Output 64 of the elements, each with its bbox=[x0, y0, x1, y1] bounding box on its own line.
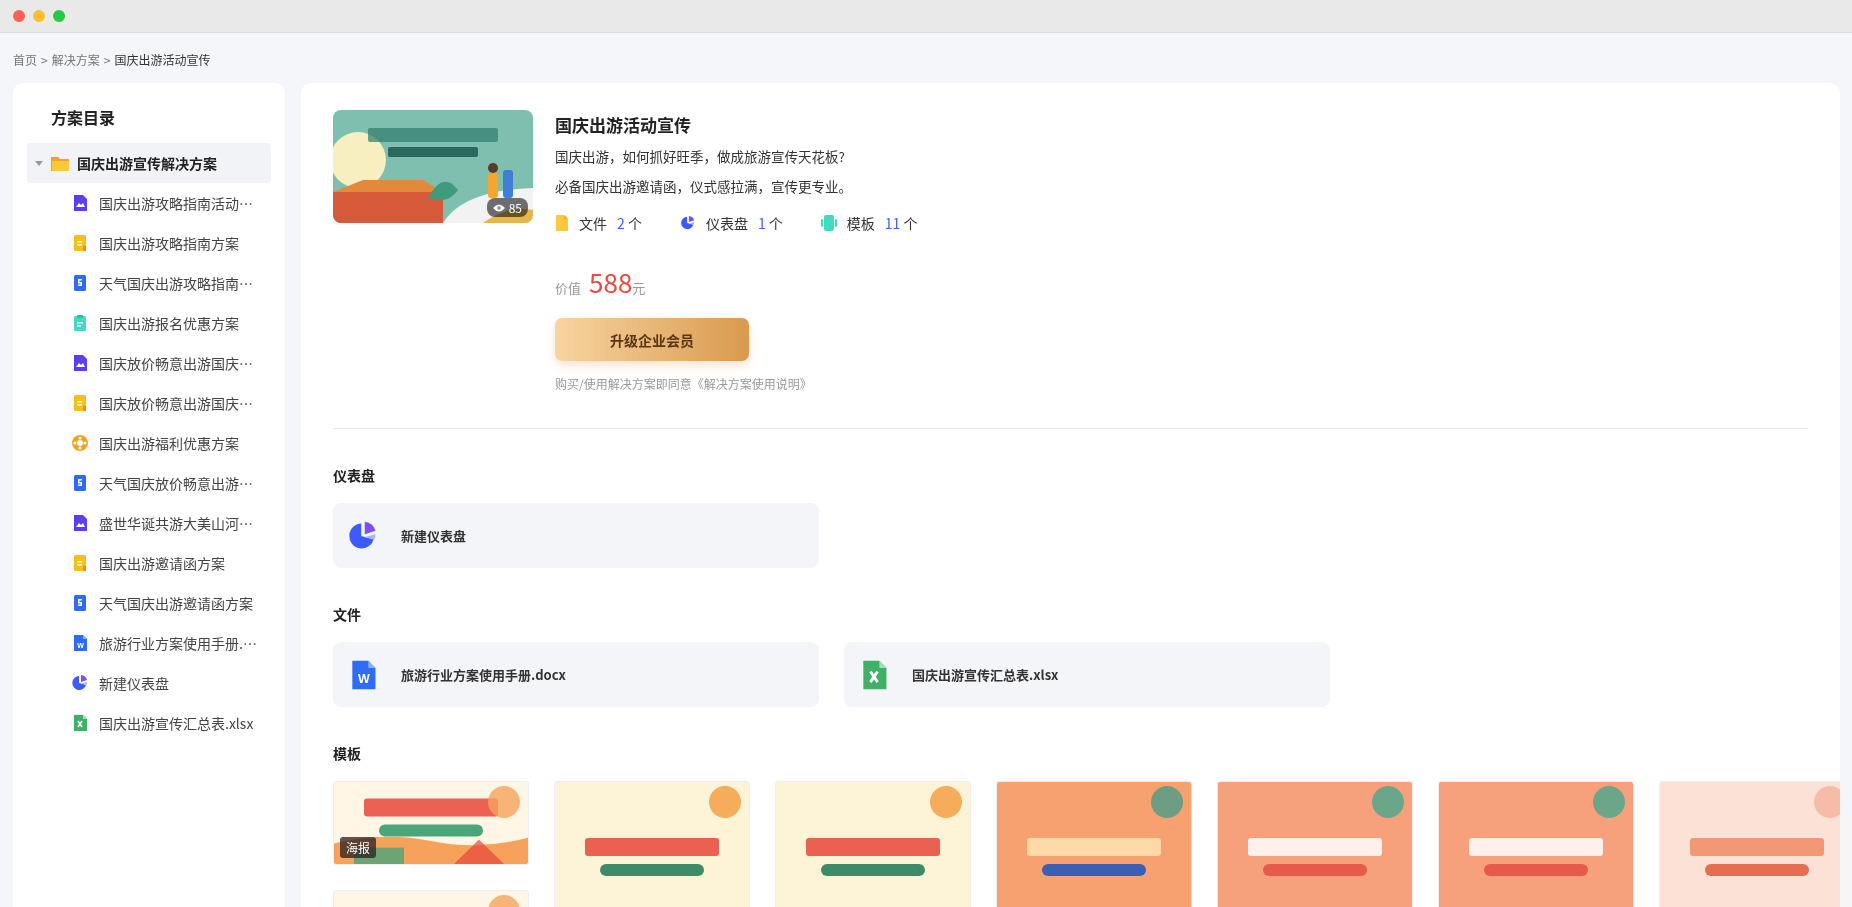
resource-card[interactable]: 国庆出游宣传汇总表.xlsx bbox=[844, 642, 1330, 707]
agreement-text: 购买/使用解决方案即同意《解决方案使用说明》 bbox=[555, 375, 813, 392]
stat-count: 1 个 bbox=[757, 213, 783, 233]
upgrade-button[interactable]: 升级企业会员 bbox=[555, 318, 749, 361]
html-file-icon bbox=[71, 274, 89, 292]
folder-label: 国庆出游宣传解决方案 bbox=[77, 153, 217, 173]
image-file-icon bbox=[71, 354, 89, 372]
minimize-window-button[interactable] bbox=[33, 10, 45, 22]
close-window-button[interactable] bbox=[13, 10, 25, 22]
document-icon bbox=[71, 394, 89, 412]
poster-tag: 海报 bbox=[340, 837, 376, 858]
document-icon bbox=[71, 234, 89, 252]
breadcrumb-link[interactable]: 国庆出游活动宣传 bbox=[114, 50, 211, 68]
sidebar-item[interactable]: 天气国庆出游邀请函方案 bbox=[27, 583, 271, 623]
description-line: 必备国庆出游邀请函，仪式感拉满，宣传更专业。 bbox=[555, 175, 853, 198]
view-count: 85 bbox=[486, 198, 528, 217]
stat-label: 模板 bbox=[846, 213, 875, 233]
pie-chart-icon bbox=[71, 674, 89, 692]
sidebar-item[interactable]: 国庆出游攻略指南活动… bbox=[27, 183, 271, 223]
resource-card[interactable]: W 旅游行业方案使用手册.docx bbox=[333, 642, 819, 707]
caret-icon bbox=[35, 160, 43, 166]
file-icon bbox=[555, 214, 569, 232]
breadcrumb-link[interactable]: 首页 bbox=[13, 50, 37, 68]
excel-file-icon bbox=[71, 714, 89, 732]
sidebar-item[interactable]: 国庆放价畅意出游国庆… bbox=[27, 383, 271, 423]
sidebar-item[interactable]: 天气国庆出游攻略指南… bbox=[27, 263, 271, 303]
sidebar-item[interactable]: 国庆放价畅意出游国庆… bbox=[27, 343, 271, 383]
breadcrumb-separator: > bbox=[41, 50, 48, 68]
html-file-icon bbox=[71, 594, 89, 612]
sidebar-item[interactable]: 新建仪表盘 bbox=[27, 663, 271, 703]
section-title: 模板 bbox=[333, 743, 362, 763]
breadcrumb-separator: > bbox=[103, 50, 111, 68]
folder-row[interactable]: 国庆出游宣传解决方案 bbox=[27, 143, 271, 183]
maximize-window-button[interactable] bbox=[53, 10, 65, 22]
section-title: 仪表盘 bbox=[333, 465, 376, 485]
price-label: 价值 bbox=[555, 278, 581, 297]
html-file-icon bbox=[71, 474, 89, 492]
sidebar-item[interactable]: 国庆出游攻略指南方案 bbox=[27, 223, 271, 263]
stat-count: 2 个 bbox=[617, 213, 642, 233]
sidebar-item[interactable]: 国庆出游报名优惠方案 bbox=[27, 303, 271, 343]
image-file-icon bbox=[71, 194, 89, 212]
sidebar-item[interactable]: 盛世华诞共游大美山河… bbox=[27, 503, 271, 543]
wheel-icon bbox=[71, 434, 89, 452]
sidebar-title: 方案目录 bbox=[50, 105, 116, 129]
breadcrumb-link[interactable]: 解决方案 bbox=[51, 50, 100, 68]
stat-label: 仪表盘 bbox=[705, 213, 748, 233]
template-icon bbox=[820, 214, 837, 232]
eye-icon bbox=[492, 203, 505, 212]
sidebar-item[interactable]: 国庆出游邀请函方案 bbox=[27, 543, 271, 583]
price-value: 588元 bbox=[589, 263, 646, 300]
section-title: 文件 bbox=[333, 604, 362, 624]
pie-chart-icon bbox=[679, 215, 696, 231]
sidebar-item[interactable]: 天气国庆放价畅意出游… bbox=[27, 463, 271, 503]
solution-title: 国庆出游活动宣传 bbox=[555, 112, 692, 137]
description-line: 国庆出游，如何抓好旺季，做成旅游宣传天花板? bbox=[555, 145, 846, 168]
form-icon bbox=[71, 314, 89, 332]
folder-icon bbox=[51, 155, 69, 171]
image-file-icon bbox=[71, 514, 89, 532]
document-icon bbox=[71, 554, 89, 572]
sidebar-item[interactable]: 国庆出游福利优惠方案 bbox=[27, 423, 271, 463]
stat-label: 文件 bbox=[579, 213, 607, 233]
stat-count: 11 个 bbox=[884, 213, 918, 233]
resource-card[interactable]: 新建仪表盘 bbox=[333, 503, 819, 568]
sidebar-item[interactable]: 国庆出游宣传汇总表.xlsx bbox=[27, 703, 271, 743]
